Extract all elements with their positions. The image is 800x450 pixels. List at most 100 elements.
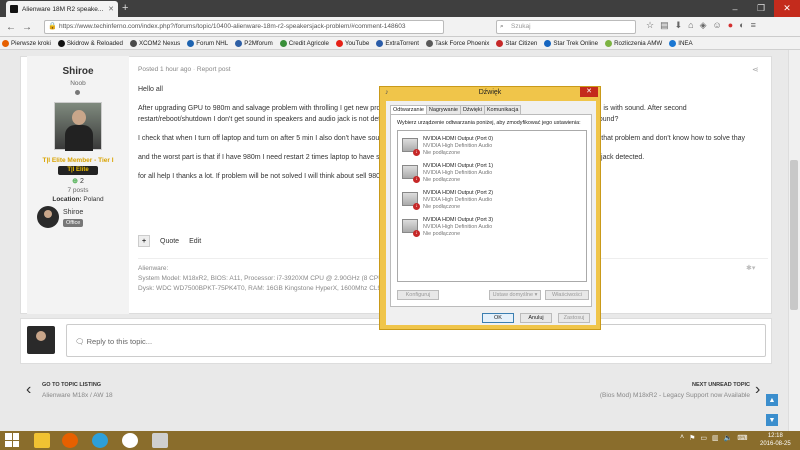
device-name: NVIDIA HDMI Output (Port 1) <box>423 163 494 169</box>
addon-icon[interactable]: ◐ <box>739 20 744 31</box>
tray-chevron-icon[interactable]: ˄ <box>680 434 684 442</box>
close-tab-icon[interactable]: ✕ <box>108 5 114 13</box>
site-favicon-icon <box>10 5 18 13</box>
location-label: Location: <box>52 196 82 203</box>
firefox-icon[interactable] <box>62 433 78 448</box>
app-icon[interactable] <box>152 433 168 448</box>
office-badge: Office <box>63 219 84 227</box>
bookmark-item[interactable]: XCOM2 Nexus <box>129 39 180 47</box>
dialog-close-icon[interactable]: ✕ <box>580 87 598 97</box>
set-default-button[interactable]: Ustaw domyślne ▾ <box>489 290 541 300</box>
signature-menu-icon[interactable]: ✱▾ <box>746 264 755 272</box>
report-post-link[interactable]: Report post <box>197 66 231 73</box>
bookmark-item[interactable]: YouTube <box>336 39 370 47</box>
volume-icon[interactable]: 🔈 <box>724 434 733 442</box>
ok-button[interactable]: OK <box>482 313 514 323</box>
topic-listing-link[interactable]: GO TO TOPIC LISTING <box>42 382 101 388</box>
flag-icon[interactable]: ⚑ <box>689 434 695 442</box>
network-icon[interactable]: ▥ <box>712 434 719 442</box>
url-bar[interactable]: 🔒 https://www.techinferno.com/index.php?… <box>44 20 444 34</box>
device-item[interactable]: ↓ NVIDIA HDMI Output (Port 2) NVIDIA Hig… <box>401 189 581 215</box>
minimize-icon[interactable]: – <box>722 0 748 17</box>
bookmark-label: Forum NHL <box>196 39 229 47</box>
chrome-icon[interactable] <box>122 433 138 448</box>
chevron-down-icon: ▾ <box>534 292 538 298</box>
next-topic-arrow-icon[interactable]: › <box>755 381 760 399</box>
search-input[interactable]: ⌕ Szukaj <box>496 20 636 34</box>
author-name[interactable]: Shiroe <box>27 66 129 77</box>
windows-start-icon[interactable] <box>5 433 19 447</box>
addon-icon[interactable]: ● <box>728 20 733 31</box>
bookmark-item[interactable]: Star Trek Online <box>544 39 598 47</box>
keyboard-icon[interactable]: ⌨ <box>737 434 747 442</box>
prev-topic-arrow-icon[interactable]: ‹ <box>26 381 31 399</box>
bookmark-star-icon[interactable]: ☆ <box>646 20 654 31</box>
bookmark-item[interactable]: Skidrow & Reloaded <box>57 39 123 47</box>
reading-list-icon[interactable]: ▤ <box>660 20 669 31</box>
forward-icon[interactable]: → <box>20 20 34 34</box>
bookmark-item[interactable]: Star Citizen <box>496 39 538 47</box>
device-status: Nie podłączone <box>423 177 461 183</box>
avatar[interactable] <box>54 102 102 151</box>
bookmark-item[interactable]: P2Mforum <box>235 39 273 47</box>
disconnected-icon: ↓ <box>413 230 420 237</box>
smiley-icon[interactable]: ☺ <box>713 20 722 31</box>
multiquote-button[interactable]: + <box>138 235 150 247</box>
next-topic-title-link[interactable]: (Bios Mod) M18xR2 - Legacy Support now A… <box>600 392 750 399</box>
reply-avatar <box>27 326 55 354</box>
bookmark-item[interactable]: INEA <box>669 39 693 47</box>
pocket-icon[interactable]: ◈ <box>700 20 707 31</box>
mini-author-name[interactable]: Shiroe <box>63 209 83 216</box>
menu-icon[interactable]: ≡ <box>751 20 756 31</box>
forum-title-link[interactable]: Alienware M18x / AW 18 <box>42 392 113 399</box>
bookmark-item[interactable]: ExtraTorrent <box>376 39 419 47</box>
home-icon[interactable]: ⌂ <box>688 20 693 31</box>
next-unread-link[interactable]: NEXT UNREAD TOPIC <box>692 382 750 388</box>
configure-button[interactable]: Konfiguruj <box>397 290 439 300</box>
edit-button[interactable]: Edit <box>189 238 201 245</box>
close-window-icon[interactable]: ✕ <box>774 0 800 17</box>
system-tray: ˄ ⚑ ▭ ▥ 🔈 ⌨ <box>680 434 747 442</box>
dialog-body: Odtwarzanie Nagrywanie Dźwięki Komunikac… <box>386 101 596 325</box>
scroll-up-button[interactable]: ▲ <box>766 394 778 406</box>
bookmark-favicon-icon <box>187 39 195 47</box>
properties-button[interactable]: Właściwości <box>545 290 589 300</box>
device-item[interactable]: ↓ NVIDIA HDMI Output (Port 3) NVIDIA Hig… <box>401 216 581 242</box>
device-list[interactable]: ↓ NVIDIA HDMI Output (Port 0) NVIDIA Hig… <box>397 130 587 282</box>
battery-icon[interactable]: ▭ <box>700 434 707 442</box>
bookmark-item[interactable]: Task Force Phoenix <box>426 39 490 47</box>
apply-button[interactable]: Zastosuj <box>558 313 590 323</box>
playback-panel: Wybierz urządzenie odtwarzania poniżej, … <box>390 114 592 307</box>
skype-icon[interactable] <box>92 433 108 448</box>
quote-button[interactable]: Quote <box>160 238 179 245</box>
bookmark-favicon-icon <box>605 39 613 47</box>
bookmark-item[interactable]: Credit Agricole <box>279 39 329 47</box>
back-icon[interactable]: ← <box>4 20 18 34</box>
cancel-button[interactable]: Anuluj <box>520 313 552 323</box>
bookmark-label: Task Force Phoenix <box>435 39 490 47</box>
scrollbar-thumb[interactable] <box>790 160 798 310</box>
toolbar-icons: ☆ ▤ ⬇ ⌂ ◈ ☺ ● ◐ ≡ <box>646 20 756 31</box>
reputation-value: 2 <box>79 178 84 185</box>
bookmark-label: YouTube <box>345 39 370 47</box>
maximize-icon[interactable]: ❐ <box>748 0 774 17</box>
device-driver: NVIDIA High Definition Audio <box>423 224 493 230</box>
browser-tab[interactable]: Alienware 18M R2 speake... ✕ <box>6 1 118 17</box>
device-item[interactable]: ↓ NVIDIA HDMI Output (Port 0) NVIDIA Hig… <box>401 135 581 161</box>
bookmark-item[interactable]: Rozliczenia AMW <box>605 39 662 47</box>
browser-tab-bar <box>0 0 800 17</box>
bookmark-label: Star Citizen <box>505 39 538 47</box>
clock[interactable]: 12:18 2016-08-25 <box>760 432 791 448</box>
device-name: NVIDIA HDMI Output (Port 3) <box>423 217 494 223</box>
mini-avatar[interactable] <box>37 206 59 228</box>
lock-icon: 🔒 <box>48 23 57 30</box>
download-icon[interactable]: ⬇ <box>675 20 683 31</box>
scroll-down-button[interactable]: ▼ <box>766 414 778 426</box>
post-time[interactable]: Posted 1 hour ago <box>138 66 191 73</box>
share-icon[interactable]: ⋖ <box>752 65 759 74</box>
device-item[interactable]: ↓ NVIDIA HDMI Output (Port 1) NVIDIA Hig… <box>401 162 581 188</box>
new-tab-button[interactable]: + <box>122 2 128 14</box>
bookmark-item[interactable]: Forum NHL <box>187 39 229 47</box>
file-explorer-icon[interactable] <box>34 433 50 448</box>
bookmark-item[interactable]: Pierwsze kroki <box>2 39 51 47</box>
